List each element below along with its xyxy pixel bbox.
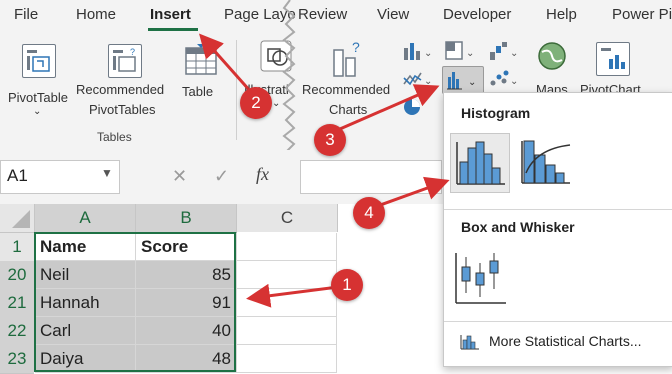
- callout-arrows: [199, 33, 450, 308]
- arrow-2: [199, 33, 253, 93]
- arrow-3: [332, 84, 440, 134]
- callout-badge-2: 2: [240, 87, 272, 119]
- callout-badge-3: 3: [314, 124, 346, 156]
- callout-badge-4: 4: [353, 197, 385, 229]
- callout-badge-1: 1: [331, 269, 363, 301]
